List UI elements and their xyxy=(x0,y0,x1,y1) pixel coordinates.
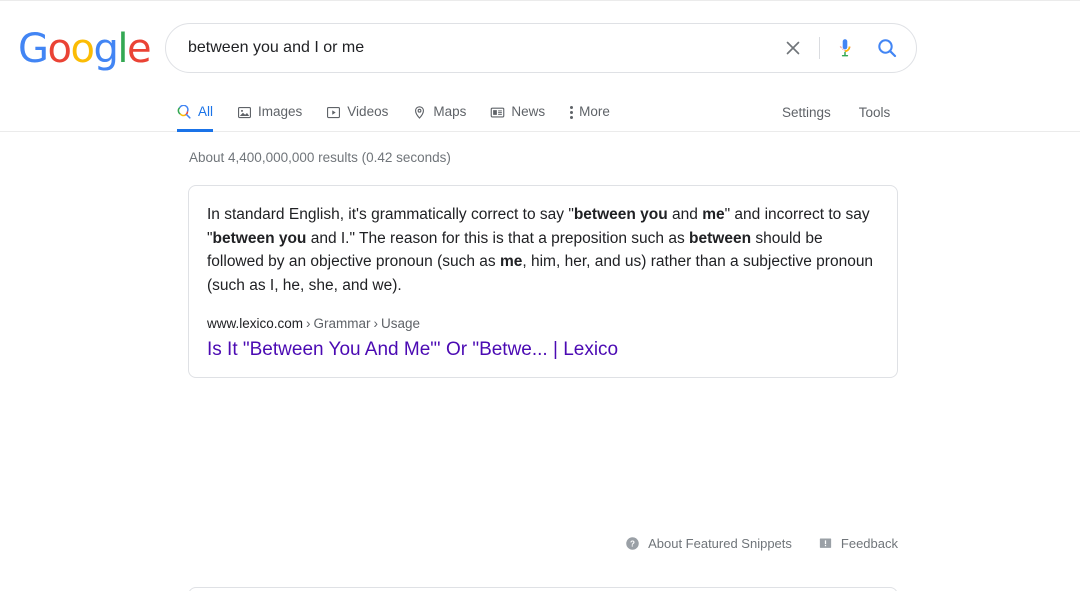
tab-more-label: More xyxy=(579,105,610,121)
search-input[interactable] xyxy=(186,34,773,62)
about-featured-snippets-link[interactable]: ? About Featured Snippets xyxy=(625,536,792,551)
tab-maps-label: Maps xyxy=(433,105,466,121)
tab-all-label: All xyxy=(198,105,213,121)
breadcrumb-separator-2: › xyxy=(371,316,382,331)
logo-letter-o2: o xyxy=(70,29,93,69)
close-icon xyxy=(782,37,804,59)
search-box[interactable] xyxy=(165,23,917,73)
search-header: Google xyxy=(0,0,1080,132)
tab-news-label: News xyxy=(511,105,545,121)
tab-news[interactable]: News xyxy=(478,93,557,132)
news-icon xyxy=(490,105,505,120)
featured-snippet-card: In standard English, it's grammatically … xyxy=(188,185,898,378)
svg-text:?: ? xyxy=(630,539,635,548)
featured-snippet-text: In standard English, it's grammatically … xyxy=(205,203,881,297)
tab-images[interactable]: Images xyxy=(225,93,314,132)
breadcrumb-grammar: Grammar xyxy=(314,316,371,331)
image-icon xyxy=(237,105,252,120)
tab-more[interactable]: More xyxy=(557,93,622,132)
tab-images-label: Images xyxy=(258,105,302,121)
feedback-label: Feedback xyxy=(841,536,898,551)
results-count: About 4,400,000,000 results (0.42 second… xyxy=(189,150,451,165)
search-nav-utilities: Settings Tools xyxy=(768,93,904,132)
tab-videos[interactable]: Videos xyxy=(314,93,400,132)
logo-letter-e: e xyxy=(127,29,150,69)
tab-videos-label: Videos xyxy=(347,105,388,121)
voice-search-button[interactable] xyxy=(826,26,864,70)
breadcrumb-separator-1: › xyxy=(303,316,314,331)
featured-snippet-title-link[interactable]: Is It "Between You And Me"' Or "Betwe...… xyxy=(205,337,881,363)
tab-maps[interactable]: Maps xyxy=(400,93,478,132)
google-logo[interactable]: Google xyxy=(18,29,150,69)
people-also-ask-card: People also ask Which is correct Sally a… xyxy=(188,587,898,591)
search-box-divider xyxy=(819,37,820,59)
clear-search-button[interactable] xyxy=(773,26,813,70)
search-nav: All Images xyxy=(0,93,1080,133)
search-icon xyxy=(875,36,899,60)
featured-snippet-footer: ? About Featured Snippets Feedback xyxy=(188,536,898,551)
search-submit-button[interactable] xyxy=(864,26,910,70)
about-featured-snippets-label: About Featured Snippets xyxy=(648,536,792,551)
tab-all[interactable]: All xyxy=(177,93,225,132)
logo-letter-o1: o xyxy=(48,29,71,69)
featured-snippet-breadcrumb[interactable]: www.lexico.com›Grammar›Usage xyxy=(205,316,881,331)
microphone-icon xyxy=(834,36,856,60)
feedback-flag-icon xyxy=(818,536,833,551)
settings-button[interactable]: Settings xyxy=(768,93,845,132)
search-icon xyxy=(177,105,192,120)
feedback-link[interactable]: Feedback xyxy=(818,536,898,551)
breadcrumb-domain: www.lexico.com xyxy=(207,316,303,331)
help-circle-icon: ? xyxy=(625,536,640,551)
logo-letter-l: l xyxy=(117,29,127,69)
search-nav-tabs: All Images xyxy=(177,93,622,132)
video-icon xyxy=(326,105,341,120)
breadcrumb-usage: Usage xyxy=(381,316,420,331)
more-dots-icon xyxy=(569,105,573,121)
tools-button[interactable]: Tools xyxy=(845,93,905,132)
map-pin-icon xyxy=(412,105,427,120)
logo-letter-g2: g xyxy=(93,29,117,69)
logo-letter-g1: G xyxy=(18,29,48,69)
